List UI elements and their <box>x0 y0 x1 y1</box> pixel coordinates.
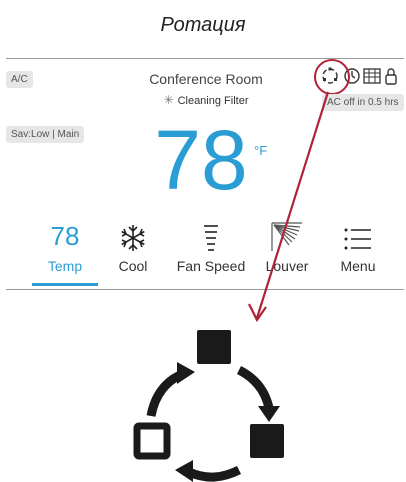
temperature-unit: °F <box>254 143 268 158</box>
menu-icon <box>344 228 371 250</box>
rotation-unit-right <box>250 424 284 458</box>
nav-temp-value: 78 <box>50 221 80 251</box>
nav-fan-speed-label: Fan Speed <box>176 258 246 274</box>
room-name: Conference Room <box>149 71 263 87</box>
nav-menu-label: Menu <box>340 258 376 274</box>
rotation-unit-top <box>197 330 231 364</box>
louver-icon <box>271 222 302 251</box>
nav-temp-label: Temp <box>47 258 83 274</box>
rotation-icon-highlight <box>314 59 350 95</box>
bottom-nav: 78 Temp Cool Fan Speed Louver Menu <box>6 219 404 285</box>
arrow-head-top-left <box>177 362 195 384</box>
spinner-icon: ✳ <box>163 93 174 107</box>
snowflake-icon <box>121 225 145 251</box>
mode-tag[interactable]: A/C <box>6 71 33 88</box>
nav-louver[interactable]: Louver <box>249 219 325 285</box>
arrow-head-bottom <box>175 460 193 482</box>
timer-tag: AC off in 0.5 hrs <box>322 94 404 111</box>
nav-fan-speed[interactable]: Fan Speed <box>173 219 249 285</box>
nav-cool[interactable]: Cool <box>95 219 171 285</box>
heading-rotation: Ротация <box>160 14 246 36</box>
temperature-display: 78 <box>154 113 248 207</box>
fan-mode-tag[interactable]: Sav:Low | Main <box>6 126 85 143</box>
lock-icon[interactable] <box>385 68 397 85</box>
filter-status-text: Cleaning Filter <box>177 95 249 107</box>
nav-menu[interactable]: Menu <box>320 219 396 285</box>
fan-speed-icon <box>204 225 218 251</box>
nav-cool-label: Cool <box>118 258 148 274</box>
rotation-unit-left <box>133 422 171 460</box>
active-tab-indicator <box>32 283 98 286</box>
filter-status: ✳ Cleaning Filter <box>106 93 306 107</box>
arrow-head-right <box>258 406 280 422</box>
nav-louver-label: Louver <box>265 258 309 274</box>
schedule-grid-icon[interactable] <box>363 68 381 84</box>
nav-temp[interactable]: 78 Temp <box>27 219 103 285</box>
thermostat-panel: A/C Sav:Low | Main Conference Room ✳ Clea… <box>6 58 404 290</box>
rotation-diagram <box>133 330 284 482</box>
